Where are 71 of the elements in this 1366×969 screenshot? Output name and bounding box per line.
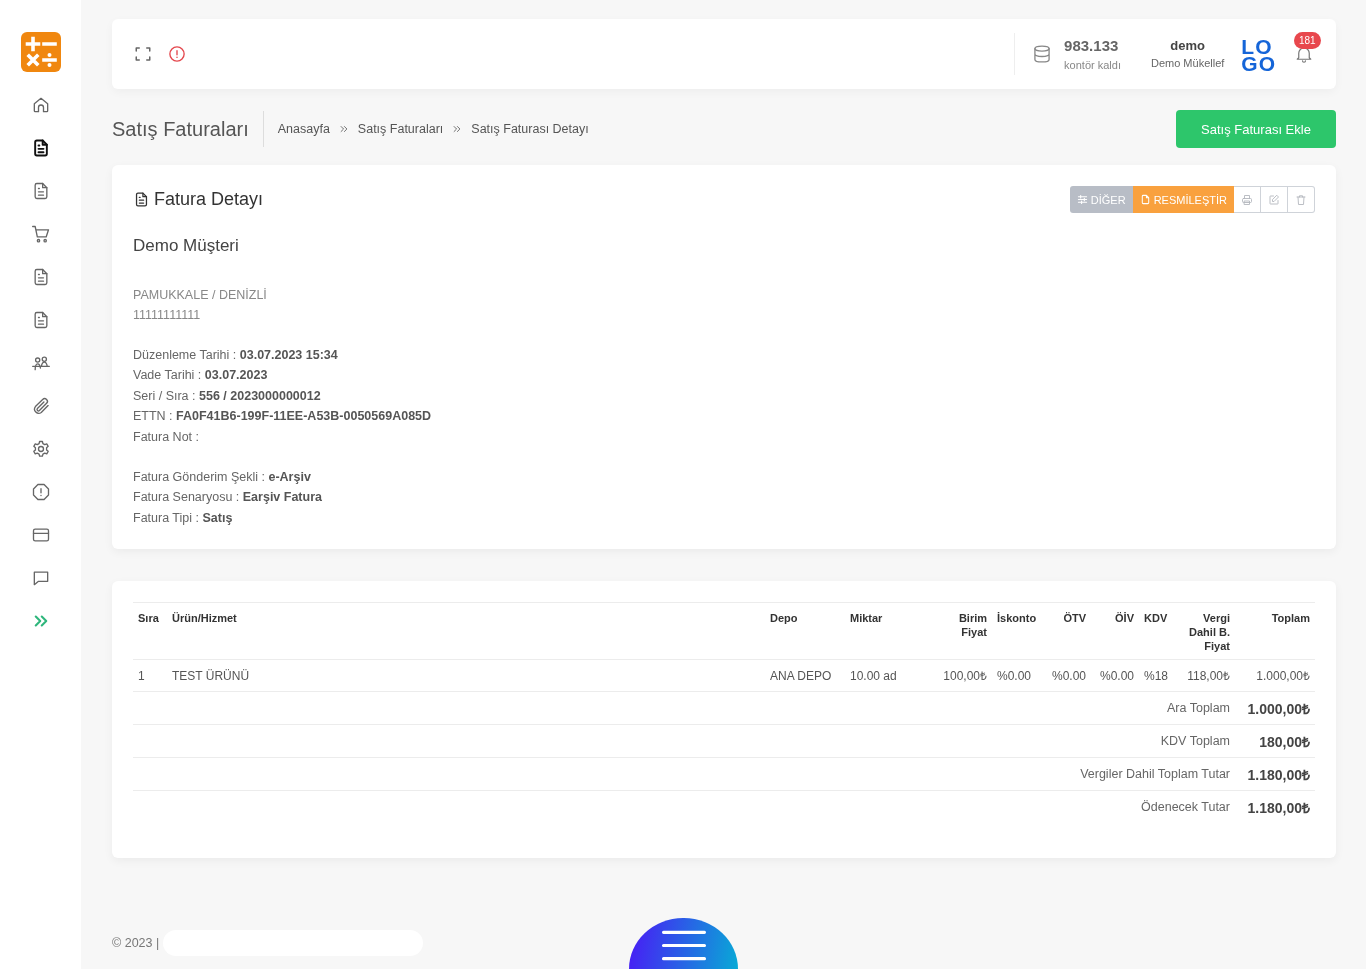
column-header: Miktar (850, 611, 883, 626)
column-header: Sıra (138, 611, 159, 626)
column-header: Toplam (1271, 611, 1310, 626)
table-cell: 100,00₺ (943, 669, 987, 684)
breadcrumb-link[interactable]: Anasayfa (277, 122, 330, 136)
table-cell: 1.000,00₺ (1256, 669, 1310, 684)
company-name: Demo Mükellef (1150, 56, 1225, 71)
table-cell: %0.00 (1099, 668, 1134, 683)
column-header: ÖİV (1115, 611, 1134, 626)
column-header: KDV (1144, 611, 1168, 626)
total-label: Ödenecek Tutar (1141, 800, 1230, 815)
double-chevron-icon (338, 124, 349, 134)
table-cell: 118,00₺ (1187, 669, 1230, 684)
detail-line: Fatura Gönderim Şekli : e-Arşiv (133, 469, 311, 487)
menu-icon (660, 929, 707, 962)
column-header: Vergi Dahil B. Fiyat (1188, 611, 1230, 654)
credit-label: kontör kaldı (1064, 58, 1121, 73)
table-cell: ANA DEPO (770, 668, 832, 683)
warning-icon[interactable] (30, 481, 51, 502)
detail-line: Vade Tarihi : 03.07.2023 (133, 367, 268, 385)
total-value: 1.180,00₺ (1247, 799, 1310, 816)
printer-icon (1241, 193, 1253, 206)
trash-icon (1295, 193, 1307, 206)
detail-line: Fatura Not : (133, 428, 199, 446)
settings-icon[interactable] (30, 438, 51, 459)
copyright-text: © 2023 | (112, 936, 160, 951)
breadcrumb-link[interactable]: Satış Faturaları (357, 122, 444, 136)
document-icon (133, 191, 150, 208)
total-value: 180,00₺ (1259, 733, 1310, 750)
notification-badge[interactable]: 181 (1294, 32, 1321, 49)
total-value: 1.000,00₺ (1247, 700, 1310, 717)
brand-logo: LO GO (1241, 36, 1276, 72)
credit-amount: 983.133 (1064, 36, 1120, 56)
table-cell: %18 (1144, 668, 1169, 683)
file-icon (1139, 194, 1151, 205)
customer-address: PAMUKKALE / DENİZLİ (133, 287, 267, 304)
edit-icon (1268, 193, 1280, 206)
alert-icon[interactable] (168, 45, 186, 63)
table-cell: %0.00 (997, 668, 1032, 683)
detail-line: Düzenleme Tarihi : 03.07.2023 15:34 (133, 347, 338, 364)
app-logo-icon[interactable] (20, 32, 61, 72)
detail-line: Fatura Senaryosu : Earşiv Fatura (133, 489, 322, 507)
table-cell: %0.00 (1051, 668, 1086, 683)
user-name: demo (1169, 37, 1206, 55)
column-header: Depo (770, 611, 798, 626)
fullscreen-icon[interactable] (134, 45, 152, 63)
add-invoice-button[interactable]: Satış Faturası Ekle (1176, 110, 1336, 148)
table-cell: 1 (138, 668, 145, 683)
table-cell: TEST ÜRÜNÜ (172, 668, 250, 683)
total-label: Vergiler Dahil Toplam Tutar (1080, 767, 1230, 782)
column-header: İskonto (997, 611, 1037, 626)
detail-line: Seri / Sıra : 556 / 2023000000012 (133, 387, 321, 405)
card-title: Fatura Detayı (154, 189, 264, 210)
total-label: KDV Toplam (1160, 734, 1230, 749)
column-header: Ürün/Hizmet (172, 611, 237, 626)
breadcrumb-current: Satış Faturası Detayı (471, 122, 589, 136)
detail-line: ETTN : FA0F41B6-199F-11EE-A53B-0050569A085D (133, 408, 432, 426)
customer-name: Demo Müşteri (133, 235, 239, 257)
column-header: Birim Fiyat (957, 611, 987, 640)
database-icon (1032, 44, 1053, 64)
tax-number: 11111111111 (133, 307, 201, 324)
sliders-icon (1076, 194, 1088, 205)
double-chevron-icon (452, 124, 463, 134)
total-label: Ara Toplam (1167, 701, 1230, 716)
page-title: Satış Faturaları (112, 117, 249, 141)
total-value: 1.180,00₺ (1247, 766, 1310, 783)
formalize-button[interactable]: RESMİLEŞTİR (1132, 186, 1234, 213)
table-cell: 10.00 ad (850, 668, 897, 683)
cart-icon[interactable] (30, 223, 51, 244)
column-header: ÖTV (1063, 611, 1086, 626)
detail-line: Fatura Tipi : Satış (133, 509, 233, 527)
